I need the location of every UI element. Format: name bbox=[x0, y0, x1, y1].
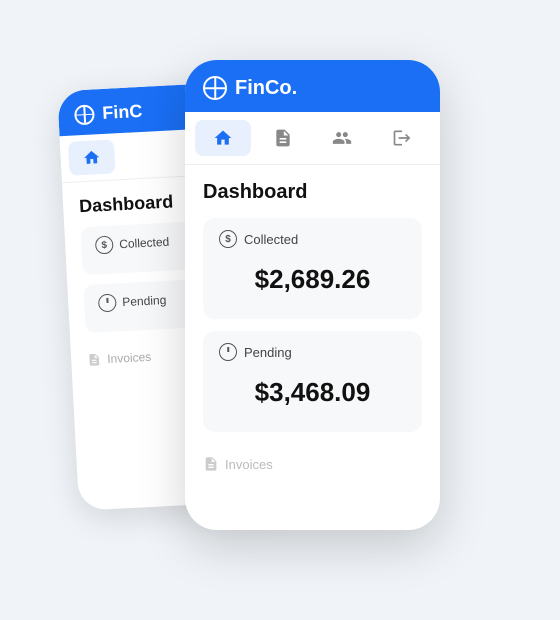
front-nav-documents[interactable] bbox=[255, 120, 311, 156]
front-pending-card: Pending $3,468.09 bbox=[203, 331, 422, 432]
front-content: Dashboard $ Collected $2,689.26 Pending … bbox=[185, 165, 440, 492]
front-nav-bar bbox=[185, 112, 440, 165]
phone-front: FinCo. Dashboard $ Colle bbox=[185, 60, 440, 530]
front-collected-value: $2,689.26 bbox=[219, 256, 406, 303]
clock-icon-back bbox=[98, 294, 117, 313]
front-nav-users[interactable] bbox=[315, 120, 371, 156]
front-collected-card: $ Collected $2,689.26 bbox=[203, 218, 422, 319]
front-phone-header: FinCo. bbox=[185, 60, 440, 112]
front-nav-home[interactable] bbox=[195, 120, 251, 156]
invoices-icon-back bbox=[87, 352, 102, 367]
logout-icon-front bbox=[392, 128, 412, 148]
front-dashboard-title: Dashboard bbox=[203, 181, 422, 204]
front-pending-label: Pending bbox=[219, 343, 406, 361]
users-icon-front bbox=[332, 128, 352, 148]
front-pending-value: $3,468.09 bbox=[219, 369, 406, 416]
front-nav-logout[interactable] bbox=[374, 120, 430, 156]
front-collected-label: $ Collected bbox=[219, 230, 406, 248]
brand-name-front: FinCo. bbox=[235, 77, 297, 100]
home-icon-front bbox=[213, 128, 233, 148]
invoices-icon-front bbox=[203, 456, 219, 472]
clock-icon-front bbox=[219, 343, 237, 361]
front-invoices-row: Invoices bbox=[203, 444, 422, 476]
globe-icon-front bbox=[203, 76, 227, 100]
brand-name-back: FinC bbox=[102, 101, 143, 124]
dollar-icon-front: $ bbox=[219, 230, 237, 248]
home-icon-back bbox=[82, 148, 101, 167]
dollar-icon-back: $ bbox=[95, 236, 114, 255]
documents-icon-front bbox=[273, 128, 293, 148]
globe-icon-back bbox=[74, 104, 95, 125]
back-nav-home[interactable] bbox=[68, 139, 116, 175]
